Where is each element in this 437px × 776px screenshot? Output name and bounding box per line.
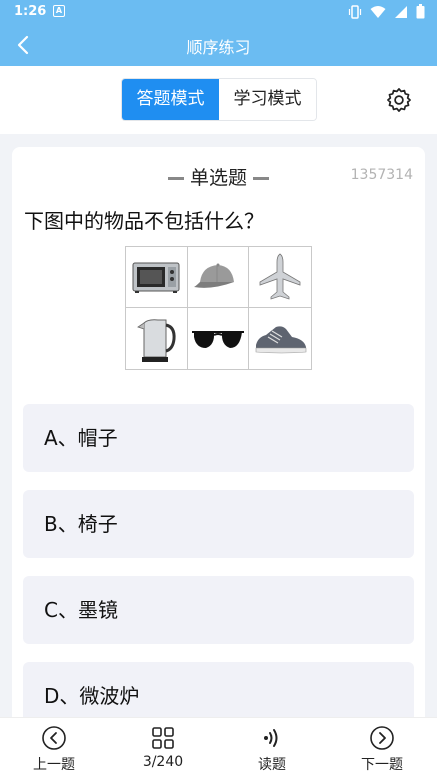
gear-icon[interactable] bbox=[386, 87, 412, 113]
signal-icon bbox=[395, 5, 407, 18]
vibrate-icon bbox=[348, 4, 362, 19]
answer-mode-tab[interactable]: 答题模式 bbox=[122, 79, 219, 120]
sunglasses-icon bbox=[188, 308, 250, 369]
chevron-right-circle-icon bbox=[370, 726, 394, 750]
read-question-button[interactable]: 读题 bbox=[232, 725, 312, 774]
question-grid-button[interactable]: 3/240 bbox=[123, 725, 203, 770]
study-mode-tab[interactable]: 学习模式 bbox=[219, 79, 316, 120]
battery-icon bbox=[416, 4, 425, 19]
divider bbox=[253, 177, 269, 180]
bottom-nav: 上一题 3/240 读题 下一题 bbox=[0, 717, 437, 776]
read-question-label: 读题 bbox=[258, 757, 286, 773]
prev-question-label: 上一题 bbox=[33, 757, 75, 773]
mode-bar: 答题模式 学习模式 bbox=[0, 66, 437, 134]
next-question-label: 下一题 bbox=[361, 757, 403, 773]
prev-question-button[interactable]: 上一题 bbox=[14, 725, 94, 774]
kettle-icon bbox=[126, 308, 188, 369]
chevron-left-circle-icon bbox=[42, 726, 66, 750]
app-bar: 顺序练习 bbox=[0, 24, 437, 66]
option-c[interactable]: C、墨镜 bbox=[23, 576, 414, 644]
status-bar: 1:26 A bbox=[0, 0, 437, 24]
option-b[interactable]: B、椅子 bbox=[23, 490, 414, 558]
speaker-icon bbox=[264, 729, 278, 747]
wifi-icon bbox=[370, 5, 386, 18]
status-time: 1:26 bbox=[14, 4, 47, 19]
question-card: 单选题 1357314 下图中的物品不包括什么？ A、帽子 B、椅子 C、墨镜 … bbox=[12, 147, 425, 747]
question-text: 下图中的物品不包括什么？ bbox=[24, 209, 264, 233]
question-id: 1357314 bbox=[350, 167, 413, 183]
sim-icon: A bbox=[53, 5, 65, 17]
status-icons bbox=[348, 4, 425, 19]
airplane-icon bbox=[249, 247, 311, 308]
option-a[interactable]: A、帽子 bbox=[23, 404, 414, 472]
progress-label: 3/240 bbox=[142, 754, 184, 770]
sneaker-icon bbox=[249, 308, 311, 369]
cap-icon bbox=[187, 247, 250, 308]
page-title: 顺序练习 bbox=[186, 38, 251, 57]
divider bbox=[167, 177, 184, 180]
next-question-button[interactable]: 下一题 bbox=[342, 725, 422, 774]
question-type-label: 单选题 bbox=[189, 167, 247, 189]
grid-icon bbox=[152, 727, 174, 749]
microwave-oven-icon bbox=[126, 247, 188, 308]
mode-switch: 答题模式 学习模式 bbox=[121, 78, 317, 121]
question-image bbox=[125, 246, 312, 370]
